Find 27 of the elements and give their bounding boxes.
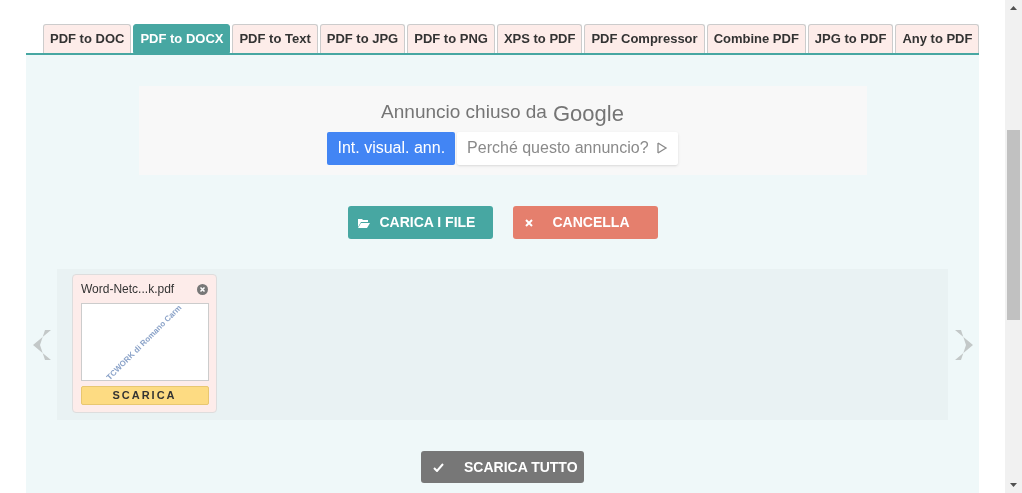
previous-arrow-icon[interactable]	[32, 329, 51, 360]
scrollbar[interactable]	[1005, 0, 1022, 493]
tab[interactable]: PDF to JPG	[319, 24, 406, 53]
tab[interactable]: PDF to Text	[232, 24, 318, 53]
tab[interactable]: JPG to PDF	[807, 24, 894, 53]
tab[interactable]: PDF to PNG	[407, 24, 495, 53]
tab[interactable]: PDF to DOC	[43, 24, 132, 53]
scroll-down-icon[interactable]	[1010, 483, 1017, 487]
download-all-button[interactable]: SCARICA TUTTO	[421, 451, 584, 483]
next-arrow-icon[interactable]	[954, 329, 973, 360]
scroll-thumb[interactable]	[1007, 130, 1020, 320]
tab[interactable]: Combine PDF	[706, 24, 806, 53]
tab[interactable]: XPS to PDF	[496, 24, 583, 53]
file-name: Word-Netc...k.pdf	[81, 281, 175, 298]
download-button[interactable]: SCARICA	[80, 386, 209, 405]
scroll-up-icon[interactable]	[1010, 6, 1017, 10]
tab[interactable]: Any to PDF	[895, 24, 980, 53]
tab[interactable]: PDF Compressor	[584, 24, 705, 53]
brand-text: Google	[552, 100, 624, 127]
folder-icon	[357, 217, 370, 228]
play-icon	[655, 142, 668, 154]
check-icon	[433, 462, 444, 472]
close-icon	[524, 218, 533, 227]
ad-closed-text: Annuncio chiuso da	[381, 100, 547, 124]
remove-icon[interactable]	[197, 283, 208, 295]
hide-ads-button[interactable]: Int. visual. ann.	[327, 131, 456, 165]
why-this-ad-button[interactable]: Perché questo annuncio?	[457, 131, 678, 165]
